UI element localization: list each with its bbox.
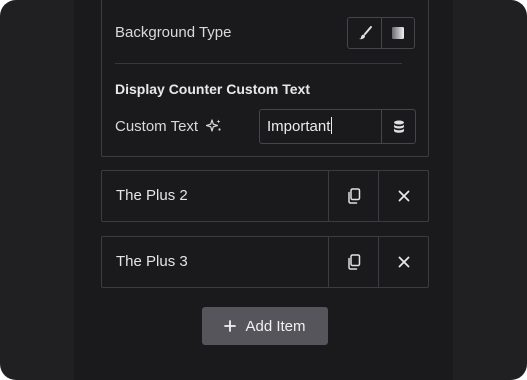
- repeater-item: The Plus 2: [101, 170, 429, 222]
- remove-button[interactable]: [378, 237, 428, 287]
- item-title-toggle[interactable]: The Plus 2: [102, 171, 328, 221]
- item-title-toggle[interactable]: The Plus 3: [102, 237, 328, 287]
- sparkle-icon[interactable]: [206, 118, 222, 134]
- background-type-label: Background Type: [115, 24, 232, 41]
- text-caret: [331, 117, 333, 134]
- copy-icon: [347, 254, 360, 270]
- custom-text-value: Important: [267, 118, 331, 135]
- database-icon: [393, 120, 404, 133]
- custom-text-input[interactable]: Important: [260, 110, 381, 143]
- remove-button[interactable]: [378, 171, 428, 221]
- background-classic-button[interactable]: [348, 18, 381, 48]
- brush-icon: [358, 26, 372, 40]
- duplicate-button[interactable]: [328, 171, 378, 221]
- dynamic-tags-button[interactable]: [381, 110, 415, 143]
- close-icon: [398, 256, 409, 268]
- custom-text-label: Custom Text: [115, 118, 199, 135]
- background-type-toggle: [347, 17, 415, 49]
- repeater-item: The Plus 3: [101, 236, 429, 288]
- duplicate-button[interactable]: [328, 237, 378, 287]
- editor-window: Background Type Display Counter Custom T…: [0, 0, 527, 380]
- add-item-label: Add Item: [245, 317, 306, 335]
- custom-text-field: Important: [259, 109, 416, 144]
- add-item-button[interactable]: Add Item: [202, 307, 328, 345]
- gradient-icon: [392, 27, 404, 39]
- plus-icon: [224, 320, 237, 332]
- counter-text-heading: Display Counter Custom Text: [115, 81, 310, 97]
- close-icon: [398, 190, 409, 202]
- background-gradient-button[interactable]: [381, 18, 414, 48]
- section-divider: [115, 63, 402, 64]
- copy-icon: [347, 188, 360, 204]
